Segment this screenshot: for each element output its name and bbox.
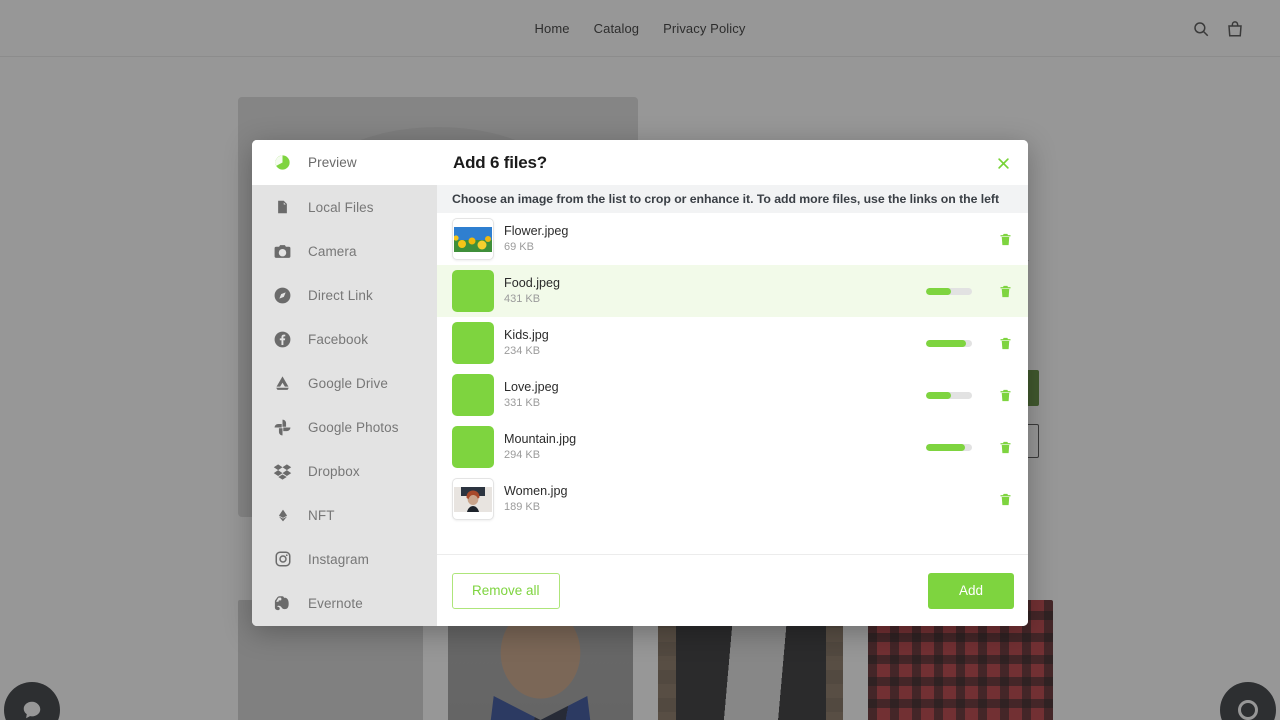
upload-progress-bar bbox=[926, 340, 972, 347]
file-name: Food.jpeg bbox=[504, 275, 926, 291]
file-size: 331 KB bbox=[504, 396, 926, 411]
ethereum-icon bbox=[273, 506, 292, 525]
file-thumbnail bbox=[452, 270, 494, 312]
sidebar-item-evernote[interactable]: Evernote bbox=[252, 581, 437, 625]
table-row[interactable]: Flower.jpeg 69 KB bbox=[437, 213, 1028, 265]
sidebar-item-label: Google Drive bbox=[308, 376, 388, 391]
add-button[interactable]: Add bbox=[928, 573, 1014, 609]
file-name: Flower.jpeg bbox=[504, 223, 926, 239]
dialog-subtitle: Choose an image from the list to crop or… bbox=[437, 185, 1028, 213]
dialog-header: Add 6 files? bbox=[437, 140, 1028, 185]
file-meta: Mountain.jpg 294 KB bbox=[494, 431, 926, 463]
sidebar-item-label: Facebook bbox=[308, 332, 368, 347]
sidebar-item-facebook[interactable]: Facebook bbox=[252, 317, 437, 361]
upload-sources-sidebar: Preview Local Files Camera Direct Link bbox=[252, 140, 437, 626]
file-thumbnail bbox=[452, 322, 494, 364]
file-meta: Women.jpg 189 KB bbox=[494, 483, 926, 515]
sidebar-item-local-files[interactable]: Local Files bbox=[252, 185, 437, 229]
dialog-footer: Remove all Add bbox=[437, 554, 1028, 626]
instagram-icon bbox=[273, 550, 292, 569]
upload-progress-bar bbox=[926, 444, 972, 451]
google-drive-icon bbox=[273, 374, 292, 393]
file-icon bbox=[273, 198, 292, 217]
pie-chart-icon bbox=[273, 153, 292, 172]
file-size: 189 KB bbox=[504, 500, 926, 515]
sidebar-item-instagram[interactable]: Instagram bbox=[252, 537, 437, 581]
dialog-title: Add 6 files? bbox=[453, 153, 547, 173]
file-size: 69 KB bbox=[504, 240, 926, 255]
sidebar-item-direct-link[interactable]: Direct Link bbox=[252, 273, 437, 317]
file-size: 294 KB bbox=[504, 448, 926, 463]
file-thumbnail bbox=[452, 374, 494, 416]
dialog-subtitle-text: Choose an image from the list to crop or… bbox=[452, 192, 999, 206]
evernote-icon bbox=[273, 594, 292, 613]
file-name: Love.jpeg bbox=[504, 379, 926, 395]
file-list: Flower.jpeg 69 KB Food.jpeg 431 KB bbox=[437, 213, 1028, 554]
table-row[interactable]: Women.jpg 189 KB bbox=[437, 473, 1028, 525]
sidebar-item-label: Camera bbox=[308, 244, 357, 259]
sidebar-item-label: NFT bbox=[308, 508, 335, 523]
sidebar-item-label: Dropbox bbox=[308, 464, 360, 479]
upload-progress-bar bbox=[926, 392, 972, 399]
table-row[interactable]: Mountain.jpg 294 KB bbox=[437, 421, 1028, 473]
file-meta: Flower.jpeg 69 KB bbox=[494, 223, 926, 255]
file-thumbnail bbox=[452, 478, 494, 520]
sidebar-item-dropbox[interactable]: Dropbox bbox=[252, 449, 437, 493]
sidebar-item-google-photos[interactable]: Google Photos bbox=[252, 405, 437, 449]
file-thumbnail bbox=[452, 218, 494, 260]
trash-icon[interactable] bbox=[994, 332, 1016, 354]
file-meta: Love.jpeg 331 KB bbox=[494, 379, 926, 411]
sidebar-item-label: Local Files bbox=[308, 200, 374, 215]
link-compass-icon bbox=[273, 286, 292, 305]
sidebar-item-label: Direct Link bbox=[308, 288, 373, 303]
sidebar-item-nft[interactable]: NFT bbox=[252, 493, 437, 537]
sidebar-item-camera[interactable]: Camera bbox=[252, 229, 437, 273]
trash-icon[interactable] bbox=[994, 228, 1016, 250]
sidebar-item-label: Instagram bbox=[308, 552, 369, 567]
file-uploader-dialog: Preview Local Files Camera Direct Link bbox=[252, 140, 1028, 626]
close-icon[interactable] bbox=[988, 148, 1018, 178]
camera-icon bbox=[273, 242, 292, 261]
file-size: 431 KB bbox=[504, 292, 926, 307]
trash-icon[interactable] bbox=[994, 280, 1016, 302]
file-name: Women.jpg bbox=[504, 483, 926, 499]
file-name: Mountain.jpg bbox=[504, 431, 926, 447]
upload-progress-bar bbox=[926, 288, 972, 295]
sidebar-item-label: Evernote bbox=[308, 596, 363, 611]
sidebar-items: Local Files Camera Direct Link Facebook bbox=[252, 185, 437, 626]
trash-icon[interactable] bbox=[994, 384, 1016, 406]
dialog-main: Add 6 files? Choose an image from the li… bbox=[437, 140, 1028, 626]
file-meta: Food.jpeg 431 KB bbox=[494, 275, 926, 307]
sidebar-item-preview[interactable]: Preview bbox=[252, 140, 437, 185]
google-photos-icon bbox=[273, 418, 292, 437]
file-name: Kids.jpg bbox=[504, 327, 926, 343]
dropbox-icon bbox=[273, 462, 292, 481]
sidebar-item-label: Preview bbox=[308, 155, 357, 170]
facebook-icon bbox=[273, 330, 292, 349]
sidebar-item-label: Google Photos bbox=[308, 420, 399, 435]
trash-icon[interactable] bbox=[994, 488, 1016, 510]
remove-all-button[interactable]: Remove all bbox=[452, 573, 560, 609]
file-size: 234 KB bbox=[504, 344, 926, 359]
table-row[interactable]: Food.jpeg 431 KB bbox=[437, 265, 1028, 317]
table-row[interactable]: Kids.jpg 234 KB bbox=[437, 317, 1028, 369]
table-row[interactable]: Love.jpeg 331 KB bbox=[437, 369, 1028, 421]
sidebar-item-google-drive[interactable]: Google Drive bbox=[252, 361, 437, 405]
trash-icon[interactable] bbox=[994, 436, 1016, 458]
file-meta: Kids.jpg 234 KB bbox=[494, 327, 926, 359]
file-thumbnail bbox=[452, 426, 494, 468]
